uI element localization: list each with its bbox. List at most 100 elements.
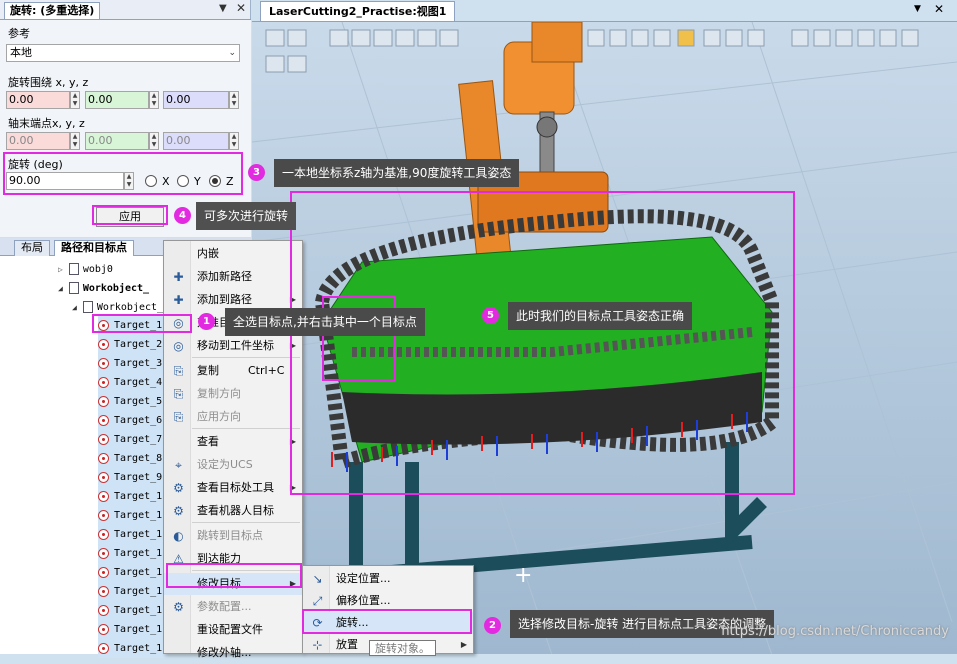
context-menu-item[interactable]: ◐ 跳转到目标点 bbox=[164, 525, 302, 547]
target-icon bbox=[98, 623, 109, 635]
axis-end-z[interactable]: 0.00 bbox=[163, 132, 229, 150]
tree-target-row[interactable]: Target_1 bbox=[98, 506, 168, 525]
tree-target-row[interactable]: Target_1 bbox=[98, 563, 168, 582]
highlight-box-modify-target bbox=[166, 563, 302, 588]
rotate-around-x[interactable]: 0.00 bbox=[6, 91, 70, 109]
dropdown-icon[interactable]: ▼ bbox=[914, 4, 921, 14]
rotate-around-z-spinner[interactable]: ▲ ▼ bbox=[229, 91, 239, 109]
tree-target-row[interactable]: Target_7 bbox=[98, 430, 168, 449]
collapse-icon: ◢ bbox=[58, 284, 63, 293]
context-menu-item[interactable]: ⎘ 复制 Ctrl+C bbox=[164, 360, 302, 382]
context-menu-item[interactable]: ⚙ 查看机器人目标 bbox=[164, 500, 302, 522]
rotate-around-z[interactable]: 0.00 bbox=[163, 91, 229, 109]
highlight-box-target-row bbox=[92, 314, 192, 333]
rotate-panel-title: 旋转: (多重选择) bbox=[4, 2, 101, 19]
menu-item-set-position[interactable]: ↘ 设定位置... bbox=[303, 568, 473, 590]
rotate-around-y[interactable]: 0.00 bbox=[85, 91, 149, 109]
tree-target-row[interactable]: Target_1 bbox=[98, 544, 168, 563]
badge-4: 4 bbox=[174, 207, 191, 224]
rotate-around-y-spinner[interactable]: ▲ ▼ bbox=[149, 91, 159, 109]
context-menu-item[interactable]: 修改外轴... bbox=[164, 642, 302, 664]
callout-3: 一本地坐标系z轴为基准,90度旋转工具姿态 bbox=[274, 159, 520, 187]
axis-end-z-spinner[interactable]: ▲ ▼ bbox=[229, 132, 239, 150]
context-menu-item[interactable]: ⌖ 设定为UCS bbox=[164, 454, 302, 476]
axis-end-x-spinner[interactable]: ▲ ▼ bbox=[70, 132, 80, 150]
tree-target-label: Target_8 bbox=[114, 453, 163, 464]
context-menu-item[interactable]: ⚙ 参数配置... bbox=[164, 596, 302, 618]
context-menu-item[interactable]: ⎘ 应用方向 bbox=[164, 406, 302, 428]
tree-target-row[interactable]: Target_1 bbox=[98, 601, 168, 620]
tree-node-wobj0[interactable]: ▷ wobj0 bbox=[58, 260, 113, 279]
robot-target-icon: ⚙ bbox=[173, 504, 184, 518]
tree-target-row[interactable]: Target_5 bbox=[98, 392, 168, 411]
dropdown-icon[interactable]: ▼ bbox=[219, 3, 227, 14]
target-icon bbox=[98, 471, 109, 483]
menu-separator bbox=[192, 428, 300, 429]
highlight-box-apply bbox=[92, 205, 168, 225]
callout-4: 可多次进行旋转 bbox=[196, 202, 297, 230]
target-icon bbox=[98, 414, 109, 426]
tab-paths-targets[interactable]: 路径和目标点 bbox=[54, 240, 134, 256]
menu-item-label: 跳转到目标点 bbox=[197, 529, 263, 542]
callout-1: 全选目标点,并右击其中一个目标点 bbox=[225, 308, 425, 336]
menu-item-label: 偏移位置... bbox=[336, 594, 391, 607]
crosshair: + bbox=[514, 563, 532, 588]
tree-target-label: Target_5 bbox=[114, 396, 163, 407]
tree-target-row[interactable]: Target_1 bbox=[98, 487, 168, 506]
highlight-box-rotate-item bbox=[302, 609, 472, 634]
reference-label: 参考 bbox=[8, 27, 30, 40]
tree-target-label: Target_1 bbox=[114, 548, 163, 559]
close-icon[interactable]: ✕ bbox=[236, 1, 246, 15]
jump-icon: ◐ bbox=[173, 529, 184, 543]
viewport-tab[interactable]: LaserCutting2_Practise:视图1 bbox=[260, 1, 456, 21]
axis-end-y[interactable]: 0.00 bbox=[85, 132, 149, 150]
context-menu-item[interactable]: 重设配置文件 bbox=[164, 619, 302, 641]
chevron-down-icon: ⌄ bbox=[228, 48, 236, 58]
close-icon[interactable]: ✕ bbox=[934, 2, 944, 16]
tree-target-row[interactable]: Target_9 bbox=[98, 468, 168, 487]
tree-node-workobject[interactable]: ◢ Workobject_ bbox=[58, 279, 149, 298]
tree-target-row[interactable]: Target_3 bbox=[98, 354, 168, 373]
target-icon bbox=[98, 547, 109, 559]
reference-select[interactable]: 本地 ⌄ bbox=[6, 44, 240, 62]
context-menu-item[interactable]: ◎ 移动到工件坐标 ▶ bbox=[164, 335, 302, 357]
copy-orientation-icon: ⎘ bbox=[173, 387, 184, 401]
context-menu: 内嵌✚添加新路径✚添加到路径▶◎对准目标点方向◎移动到工件坐标▶⎘复制Ctrl+… bbox=[163, 240, 303, 659]
target-icon bbox=[98, 642, 109, 654]
rotate-around-x-spinner[interactable]: ▲ ▼ bbox=[70, 91, 80, 109]
axis-end-y-spinner[interactable]: ▲ ▼ bbox=[149, 132, 159, 150]
tree-target-label: Target_1 bbox=[114, 567, 163, 578]
tree-target-row[interactable]: Target_1 bbox=[98, 639, 168, 658]
context-menu-item[interactable]: 查看 ▶ bbox=[164, 431, 302, 453]
config-icon: ⚙ bbox=[173, 600, 184, 614]
tree-target-label: Target_9 bbox=[114, 472, 163, 483]
tree-target-row[interactable]: Target_1 bbox=[98, 525, 168, 544]
offset-icon: ⤢ bbox=[312, 594, 323, 608]
menu-item-label: 设定位置... bbox=[336, 572, 391, 585]
context-menu-item[interactable]: ✚ 添加新路径 bbox=[164, 266, 302, 288]
menu-item-label: 查看 bbox=[197, 435, 219, 448]
workobject-icon bbox=[68, 263, 79, 275]
axis-end-label: 轴末端点x, y, z bbox=[8, 117, 85, 130]
target-icon bbox=[98, 604, 109, 616]
tree-target-row[interactable]: Target_1 bbox=[98, 620, 168, 639]
tree-node-label: Workobject_ bbox=[82, 283, 150, 294]
tree-target-label: Target_3 bbox=[114, 358, 163, 369]
axis-end-x[interactable]: 0.00 bbox=[6, 132, 70, 150]
menu-item-label: 查看目标处工具 bbox=[197, 481, 274, 494]
tree-target-label: Target_1 bbox=[114, 586, 163, 597]
tree-target-row[interactable]: Target_2 bbox=[98, 335, 168, 354]
tree-target-row[interactable]: Target_1 bbox=[98, 582, 168, 601]
tree-target-label: Target_4 bbox=[114, 377, 163, 388]
collapse-icon: ◢ bbox=[72, 303, 77, 312]
tree-target-row[interactable]: Target_8 bbox=[98, 449, 168, 468]
menu-separator bbox=[192, 357, 300, 358]
context-menu-item[interactable]: ⚙ 查看目标处工具 ▶ bbox=[164, 477, 302, 499]
badge-1: 1 bbox=[198, 313, 215, 330]
context-menu-item[interactable]: 内嵌 bbox=[164, 243, 302, 265]
context-menu-item[interactable]: ⎘ 复制方向 bbox=[164, 383, 302, 405]
watermark: https://blog.csdn.net/Chroniccandy bbox=[721, 624, 949, 639]
tab-layout[interactable]: 布局 bbox=[14, 240, 50, 256]
tree-target-row[interactable]: Target_4 bbox=[98, 373, 168, 392]
tree-target-row[interactable]: Target_6 bbox=[98, 411, 168, 430]
